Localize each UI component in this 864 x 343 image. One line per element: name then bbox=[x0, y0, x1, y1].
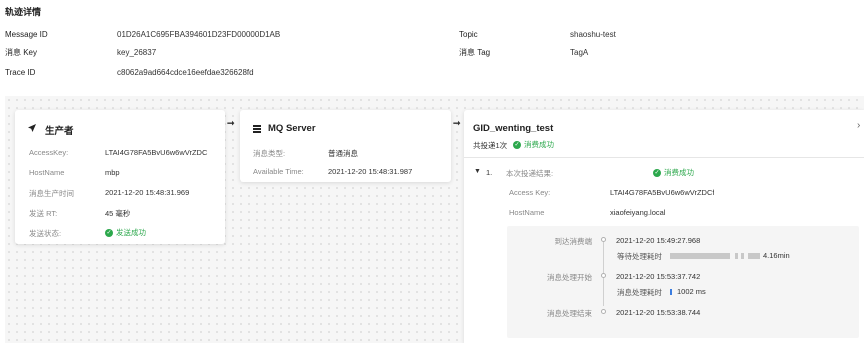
send-rt-label: 发送 RT: bbox=[29, 209, 58, 218]
arrive-label: 到达消费端 bbox=[554, 237, 593, 246]
end-time: 2021-12-20 15:53:38.744 bbox=[616, 308, 701, 317]
wait-duration-bar-tick bbox=[741, 253, 744, 259]
consumption-timeline: 到达消费端 2021-12-20 15:49:27.968 等待处理耗时 4.1… bbox=[507, 226, 859, 338]
wait-label: 等待处理耗时 bbox=[617, 252, 662, 261]
check-circle-icon: ✓ bbox=[653, 168, 661, 177]
timeline-dot bbox=[601, 237, 606, 242]
produce-time-label: 消息生产时间 bbox=[29, 189, 74, 198]
message-type-label: 消息类型: bbox=[253, 149, 286, 158]
available-time-value: 2021-12-20 15:48:31.987 bbox=[328, 167, 413, 176]
arrow-right-icon: ➞ bbox=[227, 118, 235, 128]
mq-server-card: MQ Server 消息类型: 普通消息 Available Time: 202… bbox=[240, 110, 451, 182]
consumer-access-key-label: Access Key: bbox=[509, 188, 551, 197]
divider bbox=[464, 157, 864, 158]
message-id-label: Message ID bbox=[5, 30, 48, 39]
producer-access-key-value: LTAI4G78FA5BvU6w6wVrZDC bbox=[105, 148, 208, 157]
mq-server-title: MQ Server bbox=[268, 123, 316, 134]
info-row-message-id: Message ID 01D26A1C695FBA394601D23FD0000… bbox=[5, 28, 860, 42]
info-row-message-key: 消息 Key key_26837 消息 Tag TagA bbox=[5, 46, 860, 60]
server-icon bbox=[252, 124, 262, 134]
end-label: 消息处理结束 bbox=[547, 309, 592, 318]
send-icon bbox=[27, 123, 37, 133]
delivery-count: 共投递1次 bbox=[473, 141, 508, 150]
delivery-status-value: 消费成功 bbox=[524, 140, 554, 149]
wait-duration-bar-tick bbox=[735, 253, 738, 259]
arrive-time: 2021-12-20 15:49:27.968 bbox=[616, 236, 701, 245]
wait-duration-bar-end bbox=[748, 253, 760, 259]
timeline-dot bbox=[601, 309, 606, 314]
consumer-hostname-label: HostName bbox=[509, 208, 545, 217]
process-label: 消息处理耗时 bbox=[617, 288, 662, 297]
process-duration-bar bbox=[670, 289, 672, 295]
delivery-status-badge: ✓ 消费成功 bbox=[513, 139, 554, 150]
close-icon[interactable]: › bbox=[857, 120, 860, 131]
send-rt-value: 45 毫秒 bbox=[105, 209, 131, 218]
page-title: 轨迹详情 bbox=[5, 7, 42, 17]
available-time-label: Available Time: bbox=[253, 167, 304, 176]
consumer-group-title: GID_wenting_test bbox=[473, 123, 554, 134]
consumer-card: GID_wenting_test › 共投递1次 ✓ 消费成功 ▼ 1. 本次投递… bbox=[464, 110, 864, 343]
trace-id-label: Trace ID bbox=[5, 68, 36, 77]
message-info: Message ID 01D26A1C695FBA394601D23FD0000… bbox=[5, 28, 860, 88]
trace-canvas: 生产者 AccessKey: LTAI4G78FA5BvU6w6wVrZDC H… bbox=[5, 96, 864, 343]
message-tag-value: TagA bbox=[570, 48, 589, 57]
start-time: 2021-12-20 15:53:37.742 bbox=[616, 272, 701, 281]
consumer-hostname-value: xiaofeiyang.local bbox=[610, 208, 666, 217]
trace-id-value: c8062a9ad664cdce16eefdae326628fd bbox=[117, 68, 254, 77]
start-label: 消息处理开始 bbox=[547, 273, 592, 282]
arrow-right-icon: ➞ bbox=[453, 118, 461, 128]
message-type-value: 普通消息 bbox=[328, 149, 358, 158]
caret-down-icon[interactable]: ▼ bbox=[474, 168, 481, 175]
producer-card: 生产者 AccessKey: LTAI4G78FA5BvU6w6wVrZDC H… bbox=[15, 110, 225, 244]
topic-label: Topic bbox=[459, 30, 478, 39]
topic-value: shaoshu-test bbox=[570, 30, 616, 39]
process-value: 1002 ms bbox=[677, 287, 706, 296]
wait-value: 4.16min bbox=[763, 251, 790, 260]
delivery-result-badge: ✓ 消费成功 bbox=[653, 167, 694, 178]
info-row-trace-id: Trace ID c8062a9ad664cdce16eefdae326628f… bbox=[5, 66, 860, 80]
delivery-result-label: 本次投递结果: bbox=[506, 169, 554, 178]
timeline-dot bbox=[601, 273, 606, 278]
message-id-value: 01D26A1C695FBA394601D23FD00000D1AB bbox=[117, 30, 281, 39]
wait-duration-bar bbox=[670, 253, 730, 259]
delivery-item-index: 1. bbox=[486, 168, 493, 177]
producer-title: 生产者 bbox=[45, 126, 74, 137]
message-tag-label: 消息 Tag bbox=[459, 48, 491, 57]
send-status-badge: ✓ 发送成功 bbox=[105, 227, 146, 238]
producer-access-key-label: AccessKey: bbox=[29, 148, 69, 157]
delivery-result-value: 消费成功 bbox=[664, 168, 694, 177]
check-circle-icon: ✓ bbox=[105, 228, 113, 237]
producer-hostname-label: HostName bbox=[29, 168, 65, 177]
send-status-label: 发送状态: bbox=[29, 229, 62, 238]
producer-hostname-value: mbp bbox=[105, 168, 120, 177]
consumer-access-key-value: LTAI4G78FA5BvU6w6wVrZDCf bbox=[610, 188, 715, 197]
message-key-label: 消息 Key bbox=[5, 48, 38, 57]
check-circle-icon: ✓ bbox=[513, 140, 521, 149]
produce-time-value: 2021-12-20 15:48:31.969 bbox=[105, 188, 190, 197]
message-key-value: key_26837 bbox=[117, 48, 157, 57]
send-status-value: 发送成功 bbox=[116, 228, 146, 237]
